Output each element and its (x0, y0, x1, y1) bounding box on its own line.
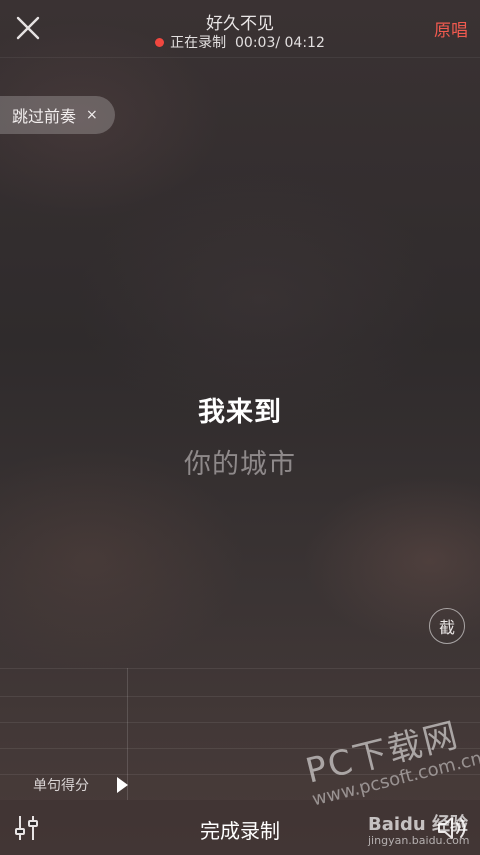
recording-status-label: 正在录制 (170, 35, 227, 51)
next-lyric-line: 你的城市 (184, 449, 296, 480)
recording-dot-icon (155, 37, 165, 47)
pitch-gridline (0, 696, 480, 697)
song-title: 好久不见 (206, 14, 274, 34)
screenshot-button[interactable]: 截 (429, 608, 465, 644)
recording-status: 正在录制 00:03/ 04:12 (0, 32, 480, 52)
play-arrow-icon (117, 777, 128, 793)
watermark-baidu: Baidu 经验 (368, 814, 469, 835)
recording-time: 00:03/ 04:12 (235, 35, 325, 51)
skip-intro-button[interactable]: 跳过前奏 × (0, 96, 115, 134)
watermark-jingyan-url: jingyan.baidu.com (368, 834, 470, 847)
original-vocal-button[interactable]: 原唱 (434, 16, 468, 41)
top-bar: 好久不见 正在录制 00:03/ 04:12 原唱 (0, 0, 480, 58)
skip-intro-close-icon[interactable]: × (86, 107, 98, 123)
pitch-gridline (0, 668, 480, 669)
line-score-label: 单句得分 (33, 778, 89, 794)
skip-intro-label: 跳过前奏 (12, 107, 77, 126)
current-lyric-line: 我来到 (198, 397, 282, 428)
